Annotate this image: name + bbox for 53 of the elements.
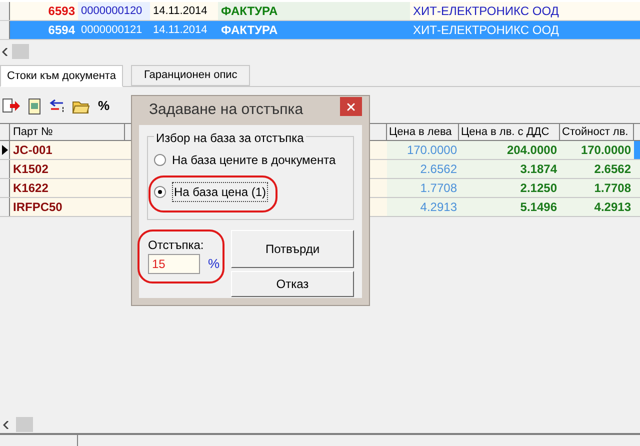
document-type: ФАКТУРА [218,2,410,20]
dialog-button[interactable]: Отказ [231,271,354,297]
scrollbar-thumb[interactable] [12,44,29,59]
document-type: ФАКТУРА [220,22,279,39]
scroll-left-icon[interactable] [2,48,8,56]
price-cell-text: 170.0000 [406,142,458,159]
scrollbar-thumb[interactable] [16,417,33,432]
cell-cursor [634,141,640,159]
close-button[interactable] [340,97,362,116]
column-header[interactable]: Цена в лева [387,124,459,140]
document-row[interactable]: 6593 0000000120 14.11.2014 ФАКТУРА ХИТ-ЕЛЕКТРОНИКС ООД [0,2,640,21]
price-vat-cell-text: 5.1496 [519,199,558,216]
percent-button[interactable]: % [96,96,112,116]
part-number: IRFPC50 [10,198,125,216]
swap-icon[interactable] [49,98,66,114]
document-number: 6593 [47,3,76,20]
row-pointer-icon [2,145,8,155]
document-code: 0000000121 [80,22,144,38]
document-code: 0000000120 [78,2,150,20]
row-header[interactable] [0,141,10,159]
discount-field[interactable]: 15 [148,254,200,274]
document-icon[interactable] [26,98,43,114]
scroll-left-icon[interactable] [3,420,9,428]
value-cell-text: 170.0000 [580,142,632,159]
close-icon[interactable] [345,100,357,112]
tab[interactable]: Стоки към документа [0,65,123,87]
tab[interactable]: Гаранционен опис [130,65,250,86]
price-cell-text: 2.6562 [419,161,458,178]
price-vat-cell-text: 2.1250 [519,180,558,197]
discount-label: Отстъпка: [148,237,205,254]
part-number: JC-001 [10,141,125,159]
value-cell-text: 2.6562 [593,161,632,178]
part-number: K1502 [10,160,125,178]
document-date: 14.11.2014 [152,22,208,38]
value-cell-text: 1.7708 [593,180,632,197]
price-cell-text: 4.2913 [419,199,458,216]
export-icon[interactable] [2,98,20,114]
company-name: ХИТ-ЕЛЕКТРОНИКС ООД [412,22,560,39]
column-header[interactable]: Парт № [10,124,125,140]
document-date: 14.11.2014 [152,4,208,19]
column-header[interactable]: Цена в лв. с ДДС [459,124,560,140]
price-cell-text: 1.7708 [419,180,458,197]
dialog-button[interactable]: Потвърди [231,230,354,268]
dialog-title: Задаване на отстъпка [148,100,304,120]
price-vat-cell-text: 3.1874 [519,161,558,178]
part-number: K1622 [10,179,125,197]
price-vat-cell-text: 204.0000 [506,142,558,159]
unit-label: % [208,255,220,274]
value-cell-text: 4.2913 [593,199,632,216]
radio-option[interactable]: На база цените в дочкумента [154,151,336,169]
company-name: ХИТ-ЕЛЕКТРОНИКС ООД [412,3,560,20]
document-number: 6594 [47,22,76,39]
column-header[interactable]: Стойност лв. [560,124,634,140]
